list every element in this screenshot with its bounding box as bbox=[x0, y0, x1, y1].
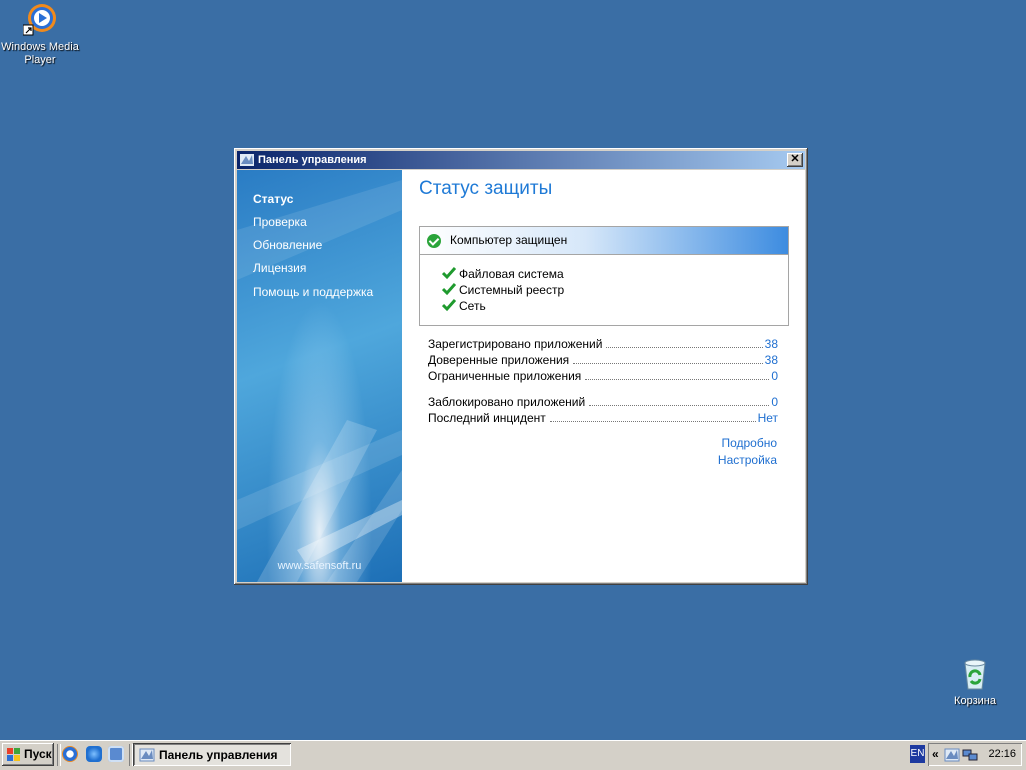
stat-value: 0 bbox=[771, 395, 778, 409]
taskbar: Пуск Панель управления EN « 22:16 bbox=[0, 740, 1026, 770]
protection-status-box: Компьютер защищен Файловая система Систе… bbox=[419, 226, 789, 326]
panel-background-art bbox=[237, 180, 402, 582]
start-label: Пуск bbox=[24, 747, 52, 761]
taskbar-button-control-panel[interactable]: Панель управления bbox=[133, 743, 291, 766]
nav-license[interactable]: Лицензия bbox=[253, 261, 306, 275]
stat-value: 38 bbox=[764, 337, 778, 351]
stat-value: 38 bbox=[764, 353, 778, 367]
stat-label: Последний инцидент bbox=[428, 411, 546, 425]
clock[interactable]: 22:16 bbox=[988, 748, 1016, 760]
settings-link[interactable]: Настройка bbox=[718, 453, 777, 467]
app-logo-icon bbox=[239, 152, 255, 168]
taskbar-button-label: Панель управления bbox=[159, 748, 278, 762]
stat-leader bbox=[549, 421, 756, 422]
status-item-label: Системный реестр bbox=[459, 283, 565, 297]
stat-leader bbox=[585, 379, 770, 380]
windows-logo-icon bbox=[7, 748, 20, 761]
stat-row: Ограниченные приложения 0 bbox=[428, 368, 778, 383]
stat-value: 0 bbox=[771, 369, 778, 383]
checkmark-icon bbox=[442, 283, 456, 296]
show-desktop-icon[interactable] bbox=[108, 746, 124, 762]
window-title: Панель управления bbox=[258, 154, 367, 166]
window-titlebar[interactable]: Панель управления ✕ bbox=[237, 151, 805, 169]
checkmark-icon bbox=[442, 299, 456, 312]
stat-row: Зарегистрировано приложений 38 bbox=[428, 336, 778, 351]
website-link[interactable]: www.safensoft.ru bbox=[237, 560, 402, 572]
app-logo-icon bbox=[139, 748, 155, 762]
stat-value: Нет bbox=[757, 411, 778, 425]
status-item-label: Файловая система bbox=[459, 267, 564, 281]
stat-leader bbox=[573, 363, 763, 364]
internet-explorer-icon[interactable] bbox=[86, 746, 102, 762]
checkmark-icon bbox=[442, 267, 456, 280]
stat-row: Доверенные приложения 38 bbox=[428, 352, 778, 367]
desktop-icon-recycle-bin[interactable]: Корзина bbox=[935, 657, 1015, 708]
page-title: Статус защиты bbox=[419, 178, 553, 199]
nav-scan[interactable]: Проверка bbox=[253, 215, 307, 229]
media-player-icon bbox=[22, 3, 57, 37]
wmp-label-2: Player bbox=[24, 54, 56, 66]
stat-leader bbox=[606, 347, 763, 348]
wmp-label-1: Windows Media bbox=[1, 41, 79, 53]
stat-row: Заблокировано приложений 0 bbox=[428, 394, 778, 409]
stat-label: Ограниченные приложения bbox=[428, 369, 582, 383]
nav-update[interactable]: Обновление bbox=[253, 238, 322, 252]
window-client: Статус Проверка Обновление Лицензия Помо… bbox=[237, 170, 805, 582]
stat-row: Последний инцидент Нет bbox=[428, 410, 778, 425]
status-headline: Компьютер защищен bbox=[450, 233, 568, 247]
start-button[interactable]: Пуск bbox=[2, 743, 54, 766]
content-pane: Статус защиты Компьютер защищен Файловая… bbox=[402, 170, 805, 582]
app-tray-icon[interactable] bbox=[944, 747, 960, 763]
stat-leader bbox=[589, 405, 770, 406]
recycle-bin-icon bbox=[958, 657, 992, 691]
desktop-icon-wmp[interactable]: Windows Media Player bbox=[0, 3, 80, 67]
network-icon[interactable] bbox=[962, 747, 978, 763]
tray-expand-button[interactable]: « bbox=[932, 747, 939, 761]
details-link[interactable]: Подробно bbox=[721, 436, 777, 450]
navigation-panel: Статус Проверка Обновление Лицензия Помо… bbox=[237, 170, 402, 582]
taskbar-separator bbox=[57, 744, 61, 766]
nav-status[interactable]: Статус bbox=[253, 192, 293, 206]
stat-label: Зарегистрировано приложений bbox=[428, 337, 603, 351]
close-button[interactable]: ✕ bbox=[787, 153, 803, 167]
media-player-quicklaunch-icon[interactable] bbox=[62, 746, 78, 762]
ok-status-icon bbox=[427, 234, 441, 248]
control-panel-window: Панель управления ✕ Статус Проверка Обно… bbox=[234, 148, 808, 585]
stat-label: Доверенные приложения bbox=[428, 353, 570, 367]
recycle-bin-label: Корзина bbox=[954, 695, 996, 707]
nav-help[interactable]: Помощь и поддержка bbox=[253, 285, 373, 299]
status-item-label: Сеть bbox=[459, 299, 486, 313]
stat-label: Заблокировано приложений bbox=[428, 395, 586, 409]
system-tray: « 22:16 bbox=[928, 743, 1022, 766]
language-indicator[interactable]: EN bbox=[910, 745, 925, 763]
status-header: Компьютер защищен bbox=[420, 227, 788, 255]
